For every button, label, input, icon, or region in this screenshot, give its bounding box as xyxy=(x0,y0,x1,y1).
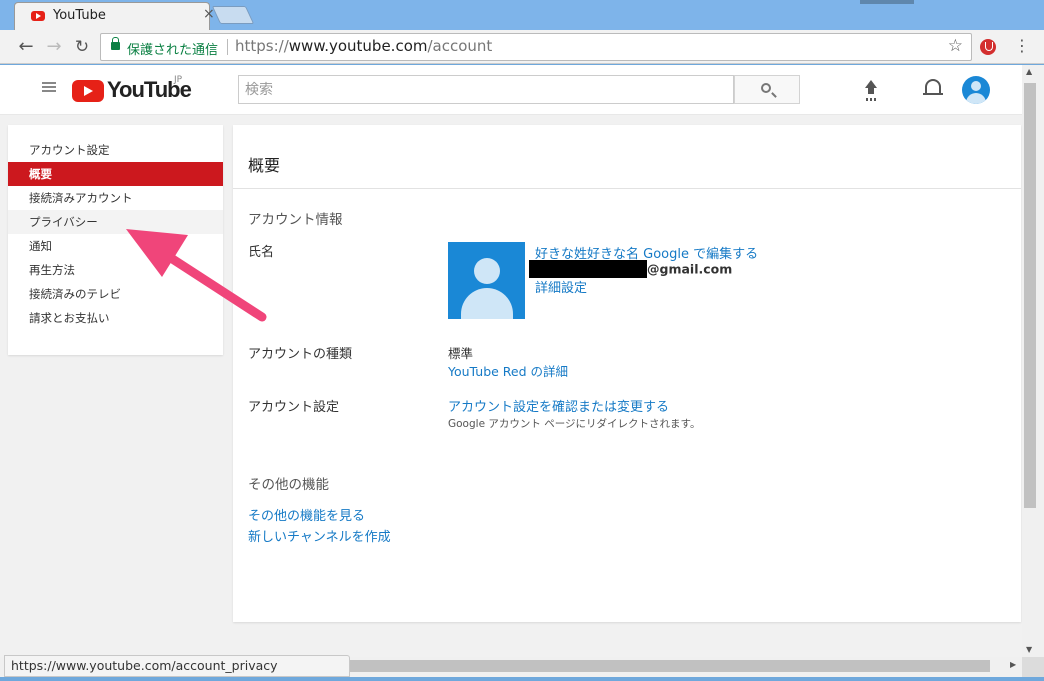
search-icon xyxy=(761,83,771,93)
window-minimize-button[interactable] xyxy=(860,0,914,4)
email-address: @gmail.com xyxy=(529,260,732,278)
url-text[interactable]: https://www.youtube.com/account xyxy=(235,37,492,55)
browser-toolbar: ← → ↻ 保護された通信 https://www.youtube.com/ac… xyxy=(0,30,1044,64)
account-type-value: 標準 xyxy=(448,346,474,361)
youtube-favicon-icon xyxy=(31,11,45,21)
reload-icon[interactable]: ↻ xyxy=(70,35,94,59)
search-button[interactable] xyxy=(734,75,800,104)
upload-icon[interactable] xyxy=(863,80,879,100)
annotation-arrow-icon xyxy=(126,229,267,322)
url-host: www.youtube.com xyxy=(288,37,428,55)
lock-icon xyxy=(111,37,120,50)
arrow-head xyxy=(126,229,188,277)
link-status-bubble: https://www.youtube.com/account_privacy xyxy=(4,655,350,677)
scroll-up-icon[interactable]: ▲ xyxy=(1026,67,1032,76)
bookmark-star-icon[interactable]: ☆ xyxy=(948,36,963,56)
create-channel-link[interactable]: 新しいチャンネルを作成 xyxy=(248,526,391,545)
new-tab-button[interactable] xyxy=(211,6,255,24)
youtube-red-link[interactable]: YouTube Red の詳細 xyxy=(448,361,568,380)
view-more-features-link[interactable]: その他の機能を見る xyxy=(248,505,365,524)
address-bar[interactable]: 保護された通信 https://www.youtube.com/account … xyxy=(100,33,972,61)
region-label: JP xyxy=(174,75,183,85)
guide-menu-icon[interactable] xyxy=(42,82,56,92)
title-divider xyxy=(233,188,1021,189)
search-input[interactable] xyxy=(239,76,733,103)
other-features-heading: その他の機能 xyxy=(248,477,329,493)
advanced-settings-link[interactable]: 詳細設定 xyxy=(535,277,587,296)
horizontal-scroll-thumb[interactable] xyxy=(350,660,990,672)
back-arrow-icon[interactable]: ← xyxy=(14,35,38,59)
sidebar-item-overview[interactable]: 概要 xyxy=(8,162,223,186)
sidebar-item-account-settings[interactable]: アカウント設定 xyxy=(8,138,223,162)
page-title: 概要 xyxy=(248,156,281,175)
account-avatar[interactable] xyxy=(962,76,990,104)
scroll-down-icon[interactable]: ▼ xyxy=(1026,645,1032,654)
search-box xyxy=(238,75,734,104)
account-type-label: アカウントの種類 xyxy=(248,347,353,362)
email-domain: @gmail.com xyxy=(647,261,733,277)
notification-bell-icon[interactable] xyxy=(923,79,943,95)
tab-title: YouTube xyxy=(53,8,106,23)
redacted-email-box xyxy=(529,260,647,278)
vertical-scroll-thumb[interactable] xyxy=(1024,83,1036,508)
scroll-right-icon[interactable]: ▶ xyxy=(1010,660,1016,669)
url-scheme: https:// xyxy=(235,37,289,55)
youtube-masthead: YouTube JP xyxy=(0,65,1022,115)
page-viewport: YouTube JP アカウント設定 概要 接続済みアカウント プライバシー 通… xyxy=(0,65,1022,657)
browser-tab[interactable]: YouTube × xyxy=(14,2,215,30)
address-divider xyxy=(227,39,228,55)
forward-arrow-icon[interactable]: → xyxy=(42,35,66,59)
vertical-scrollbar[interactable]: ▲ ▼ xyxy=(1022,65,1044,657)
redirect-note: Google アカウント ページにリダイレクトされます。 xyxy=(448,418,701,430)
youtube-logo-icon[interactable] xyxy=(72,80,104,102)
browser-menu-icon[interactable]: ⋮ xyxy=(1014,36,1030,55)
profile-picture[interactable] xyxy=(448,242,525,319)
account-settings-label: アカウント設定 xyxy=(248,400,340,415)
manage-account-settings-link[interactable]: アカウント設定を確認または変更する xyxy=(448,396,669,415)
overview-card: 概要 アカウント情報 氏名 好きな姓好きな名 Google で編集する @gma… xyxy=(233,125,1021,622)
window-bottom-border xyxy=(0,677,1044,681)
url-path: /account xyxy=(427,37,493,55)
sidebar-item-connected-accounts[interactable]: 接続済みアカウント xyxy=(8,186,223,210)
extension-icon[interactable] xyxy=(980,39,996,55)
secure-connection-label[interactable]: 保護された通信 xyxy=(127,39,218,58)
browser-title-bar: YouTube × xyxy=(0,0,1044,30)
